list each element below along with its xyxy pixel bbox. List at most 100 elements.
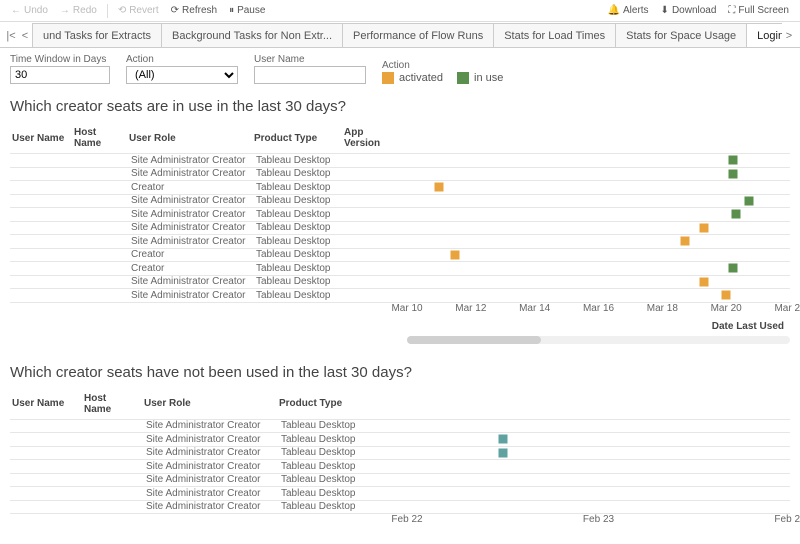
redo-icon: → bbox=[60, 5, 70, 16]
tab-5[interactable]: Login Based License Usage bbox=[746, 23, 782, 47]
table-row[interactable]: Site Administrator CreatorTableau Deskto… bbox=[10, 446, 790, 460]
axis-tick: Mar 12 bbox=[455, 303, 486, 314]
table-row[interactable]: Site Administrator CreatorTableau Deskto… bbox=[10, 154, 790, 168]
table-row[interactable]: Site Administrator CreatorTableau Deskto… bbox=[10, 275, 790, 289]
axis-tick: Feb 24 bbox=[774, 514, 800, 525]
undo-icon: ← bbox=[11, 5, 21, 16]
table-row[interactable]: CreatorTableau Desktop bbox=[10, 248, 790, 262]
data-marker[interactable] bbox=[498, 435, 507, 444]
undo-button[interactable]: ← Undo bbox=[6, 3, 53, 18]
pause-label: Pause bbox=[237, 5, 265, 16]
bell-icon: 🔔 bbox=[608, 5, 620, 16]
table-row[interactable]: Site Administrator CreatorTableau Deskto… bbox=[10, 419, 790, 433]
pause-button[interactable]: ⏸ Pause bbox=[224, 3, 270, 18]
col-header: App Version bbox=[342, 125, 407, 154]
table-row[interactable]: Site Administrator CreatorTableau Deskto… bbox=[10, 473, 790, 487]
axis-tick: Mar 20 bbox=[711, 303, 742, 314]
alerts-button[interactable]: 🔔 Alerts bbox=[603, 3, 654, 18]
tabs-scroll-left[interactable]: < bbox=[18, 25, 32, 47]
tabs-scroll-right[interactable]: > bbox=[782, 25, 796, 47]
revert-label: Revert bbox=[129, 5, 158, 16]
col-header: User Role bbox=[127, 125, 252, 154]
data-marker[interactable] bbox=[728, 169, 737, 178]
table-row[interactable]: Site Administrator CreatorTableau Deskto… bbox=[10, 433, 790, 447]
tab-3[interactable]: Stats for Load Times bbox=[493, 23, 616, 47]
table-row[interactable]: Site Administrator CreatorTableau Deskto… bbox=[10, 487, 790, 501]
revert-icon: ⟲ bbox=[118, 5, 126, 16]
table-row[interactable]: Site Administrator CreatorTableau Deskto… bbox=[10, 500, 790, 514]
legend-inuse[interactable]: in use bbox=[457, 72, 503, 84]
legend-label: Action bbox=[382, 60, 503, 71]
axis-tick: Feb 23 bbox=[583, 514, 614, 525]
redo-button[interactable]: → Redo bbox=[55, 3, 102, 18]
chart1-scrollbar[interactable] bbox=[407, 336, 790, 344]
refresh-icon: ⟳ bbox=[171, 5, 179, 16]
tab-2[interactable]: Performance of Flow Runs bbox=[342, 23, 494, 47]
data-marker[interactable] bbox=[680, 237, 689, 246]
legend-inuse-swatch bbox=[457, 72, 469, 84]
col-header: User Name bbox=[10, 391, 82, 420]
time-window-input[interactable] bbox=[10, 66, 110, 84]
chart2-x-axis: Feb 22Feb 23Feb 24 bbox=[407, 514, 790, 528]
pause-icon: ⏸ bbox=[229, 5, 234, 16]
revert-button[interactable]: ⟲ Revert bbox=[113, 3, 164, 18]
toolbar-divider bbox=[107, 4, 108, 18]
col-header: User Name bbox=[10, 125, 72, 154]
table-row[interactable]: Site Administrator CreatorTableau Deskto… bbox=[10, 194, 790, 208]
time-window-label: Time Window in Days bbox=[10, 54, 110, 65]
axis-tick: Mar 14 bbox=[519, 303, 550, 314]
toolbar: ← Undo → Redo ⟲ Revert ⟳ Refresh ⏸ Pause… bbox=[0, 0, 800, 22]
col-header: User Role bbox=[142, 391, 277, 420]
chart2-section: Which creator seats have not been used i… bbox=[0, 360, 800, 544]
table-row[interactable]: Site Administrator CreatorTableau Deskto… bbox=[10, 289, 790, 303]
chart1-axis-label: Date Last Used bbox=[407, 321, 790, 332]
table-row[interactable]: Site Administrator CreatorTableau Deskto… bbox=[10, 208, 790, 222]
col-header: Product Type bbox=[252, 125, 342, 154]
data-marker[interactable] bbox=[731, 210, 740, 219]
tab-0[interactable]: und Tasks for Extracts bbox=[32, 23, 162, 47]
tab-1[interactable]: Background Tasks for Non Extr... bbox=[161, 23, 343, 47]
data-marker[interactable] bbox=[728, 156, 737, 165]
data-marker[interactable] bbox=[498, 448, 507, 457]
download-label: Download bbox=[672, 5, 716, 16]
legend-activated-label: activated bbox=[399, 72, 443, 84]
filter-bar: Time Window in Days Action (All) User Na… bbox=[0, 48, 800, 94]
table-row[interactable]: CreatorTableau Desktop bbox=[10, 262, 790, 276]
data-marker[interactable] bbox=[434, 183, 443, 192]
download-button[interactable]: ⬇ Download bbox=[656, 3, 722, 18]
data-marker[interactable] bbox=[699, 277, 708, 286]
redo-label: Redo bbox=[73, 5, 97, 16]
table-row[interactable]: Site Administrator CreatorTableau Deskto… bbox=[10, 221, 790, 235]
table-row[interactable]: Site Administrator CreatorTableau Deskto… bbox=[10, 460, 790, 474]
data-marker[interactable] bbox=[699, 223, 708, 232]
data-marker[interactable] bbox=[450, 250, 459, 259]
chart2-title: Which creator seats have not been used i… bbox=[10, 364, 790, 381]
axis-tick: Mar 18 bbox=[647, 303, 678, 314]
data-marker[interactable] bbox=[744, 196, 753, 205]
username-filter-label: User Name bbox=[254, 54, 366, 65]
axis-tick: Feb 22 bbox=[391, 514, 422, 525]
tab-4[interactable]: Stats for Space Usage bbox=[615, 23, 747, 47]
data-marker[interactable] bbox=[728, 264, 737, 273]
table-row[interactable]: Site Administrator CreatorTableau Deskto… bbox=[10, 235, 790, 249]
sheet-tabs: |< < und Tasks for ExtractsBackground Ta… bbox=[0, 22, 800, 48]
action-filter-label: Action bbox=[126, 54, 238, 65]
download-icon: ⬇ bbox=[661, 5, 669, 16]
legend-activated-swatch bbox=[382, 72, 394, 84]
col-header: Product Type bbox=[277, 391, 407, 420]
action-filter-select[interactable]: (All) bbox=[126, 66, 238, 84]
fullscreen-label: Full Screen bbox=[738, 5, 789, 16]
refresh-button[interactable]: ⟳ Refresh bbox=[166, 3, 222, 18]
col-header: Host Name bbox=[82, 391, 142, 420]
data-marker[interactable] bbox=[722, 291, 731, 300]
tabs-scroll-start[interactable]: |< bbox=[4, 25, 18, 47]
username-filter-input[interactable] bbox=[254, 66, 366, 84]
col-header: Host Name bbox=[72, 125, 127, 154]
undo-label: Undo bbox=[24, 5, 48, 16]
table-row[interactable]: Site Administrator CreatorTableau Deskto… bbox=[10, 167, 790, 181]
fullscreen-button[interactable]: ⛶ Full Screen bbox=[723, 3, 794, 18]
legend-activated[interactable]: activated bbox=[382, 72, 443, 84]
table-row[interactable]: CreatorTableau Desktop bbox=[10, 181, 790, 195]
chart1-title: Which creator seats are in use in the la… bbox=[10, 98, 790, 115]
axis-tick: Mar 16 bbox=[583, 303, 614, 314]
